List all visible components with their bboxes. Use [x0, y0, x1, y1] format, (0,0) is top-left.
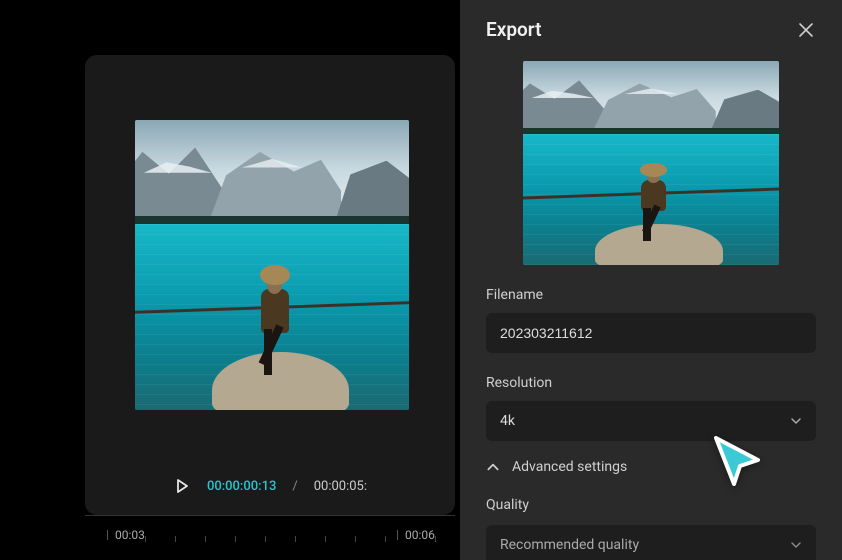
advanced-settings-label: Advanced settings — [512, 459, 627, 475]
export-title: Export — [486, 18, 541, 41]
resolution-value: 4k — [500, 413, 515, 429]
preview-thumbnail[interactable] — [135, 120, 409, 410]
preview-panel: 00:00:00:13 / 00:00:05: — [85, 55, 455, 515]
play-icon — [174, 478, 190, 494]
time-total: 00:00:05: — [314, 479, 367, 494]
chevron-down-icon — [790, 415, 802, 427]
chevron-up-icon — [486, 460, 500, 474]
close-button[interactable] — [796, 20, 816, 40]
close-icon — [798, 22, 814, 38]
time-separator: / — [292, 479, 297, 494]
quality-select[interactable]: Recommended quality — [486, 525, 816, 560]
cursor-pointer-icon — [708, 432, 770, 494]
export-thumbnail — [523, 61, 779, 265]
filename-input[interactable] — [486, 313, 816, 353]
time-current: 00:00:00:13 — [207, 479, 276, 494]
chevron-down-icon — [790, 539, 802, 551]
export-panel: Export — [460, 0, 842, 560]
timeline-tick: 00:06 — [405, 528, 435, 542]
timeline[interactable]: 00:03 00:06 — [85, 515, 455, 560]
quality-label: Quality — [486, 497, 816, 513]
resolution-label: Resolution — [486, 375, 816, 391]
quality-value: Recommended quality — [500, 537, 639, 553]
play-button[interactable] — [173, 477, 191, 495]
transport-controls: 00:00:00:13 / 00:00:05: — [85, 477, 455, 495]
timeline-tick: 00:03 — [115, 528, 145, 542]
filename-label: Filename — [486, 287, 816, 303]
